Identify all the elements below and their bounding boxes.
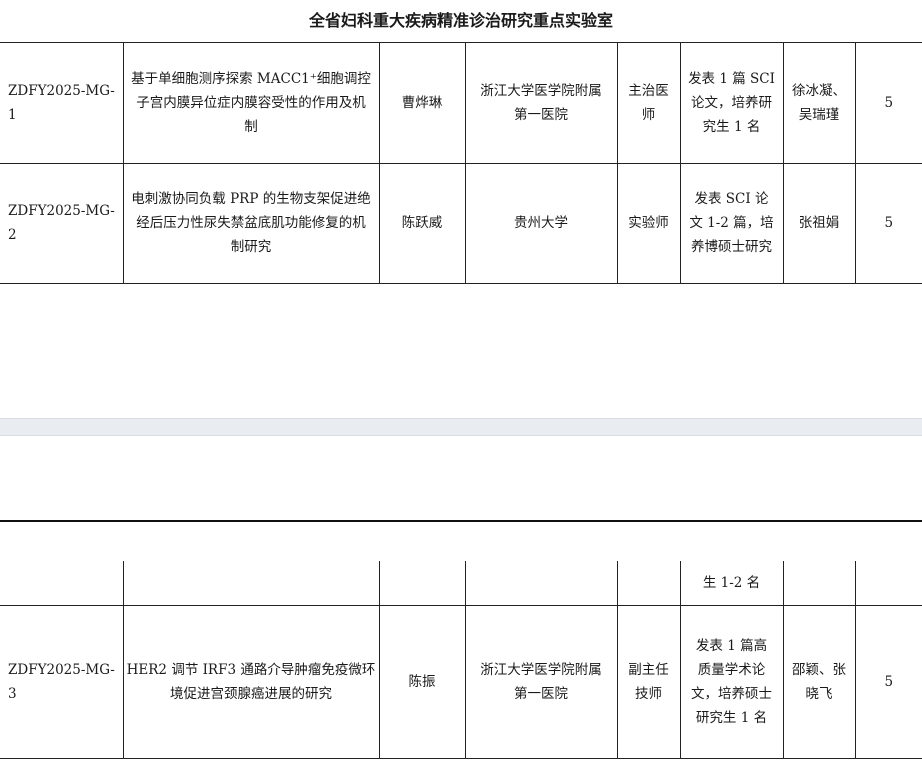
project-institution: 浙江大学医学院附属 第一医院 <box>464 41 618 164</box>
project-members: 邵颖、张 晓飞 <box>782 604 856 759</box>
project-members: 张祖娟 <box>782 162 856 284</box>
project-institution: 浙江大学医学院附属 第一医院 <box>464 604 618 759</box>
project-outcome-continued: 生 1-2 名 <box>679 561 784 606</box>
page-separator <box>0 418 922 436</box>
project-table-page-1: 全省妇科重大疾病精准诊治研究重点实验室 ZDFY2025-MG-1 基于单细胞测… <box>0 0 922 284</box>
project-leader: 陈跃威 <box>378 162 466 284</box>
project-value: 5 <box>854 41 922 164</box>
table-row: ZDFY2025-MG-2 电刺激协同负载 PRP 的生物支架促进绝 经后压力性… <box>0 162 922 284</box>
table-title: 全省妇科重大疾病精准诊治研究重点实验室 <box>0 0 922 43</box>
project-members: 徐冰凝、 吴瑞瑾 <box>782 41 856 164</box>
project-topic: HER2 调节 IRF3 通路介导肿瘤免疫微环 境促进宫颈腺癌进展的研究 <box>122 604 380 759</box>
project-outcome: 发表 SCI 论 文 1-2 篇，培 养博硕士研究 <box>679 162 784 284</box>
header-rule <box>0 520 922 522</box>
table-row: ZDFY2025-MG-3 HER2 调节 IRF3 通路介导肿瘤免疫微环 境促… <box>0 604 922 759</box>
continuation-row: 生 1-2 名 <box>0 561 922 606</box>
project-id: ZDFY2025-MG-1 <box>0 41 124 164</box>
project-value: 5 <box>854 604 922 759</box>
project-id: ZDFY2025-MG-3 <box>0 604 124 759</box>
project-institution: 贵州大学 <box>464 162 618 284</box>
project-topic: 电刺激协同负载 PRP 的生物支架促进绝 经后压力性尿失禁盆底肌功能修复的机 制… <box>122 162 380 284</box>
project-value: 5 <box>854 162 922 284</box>
project-title-rank: 主治医 师 <box>616 41 681 164</box>
page-2: 生 1-2 名 ZDFY2025-MG-3 HER2 调节 IRF3 通路介导肿… <box>0 436 922 764</box>
project-table-page-2: 生 1-2 名 ZDFY2025-MG-3 HER2 调节 IRF3 通路介导肿… <box>0 561 922 759</box>
project-topic: 基于单细胞测序探索 MACC1⁺细胞调控 子宫内膜异位症内膜容受性的作用及机 制 <box>122 41 380 164</box>
project-title-rank: 副主任 技师 <box>616 604 681 759</box>
project-outcome: 发表 1 篇 SCI 论文，培养研 究生 1 名 <box>679 41 784 164</box>
project-leader: 曹烨琳 <box>378 41 466 164</box>
project-outcome: 发表 1 篇高 质量学术论 文，培养硕士 研究生 1 名 <box>679 604 784 759</box>
project-title-rank: 实验师 <box>616 162 681 284</box>
project-id: ZDFY2025-MG-2 <box>0 162 124 284</box>
project-leader: 陈振 <box>378 604 466 759</box>
page-1: 全省妇科重大疾病精准诊治研究重点实验室 ZDFY2025-MG-1 基于单细胞测… <box>0 0 922 418</box>
table-row: ZDFY2025-MG-1 基于单细胞测序探索 MACC1⁺细胞调控 子宫内膜异… <box>0 41 922 164</box>
